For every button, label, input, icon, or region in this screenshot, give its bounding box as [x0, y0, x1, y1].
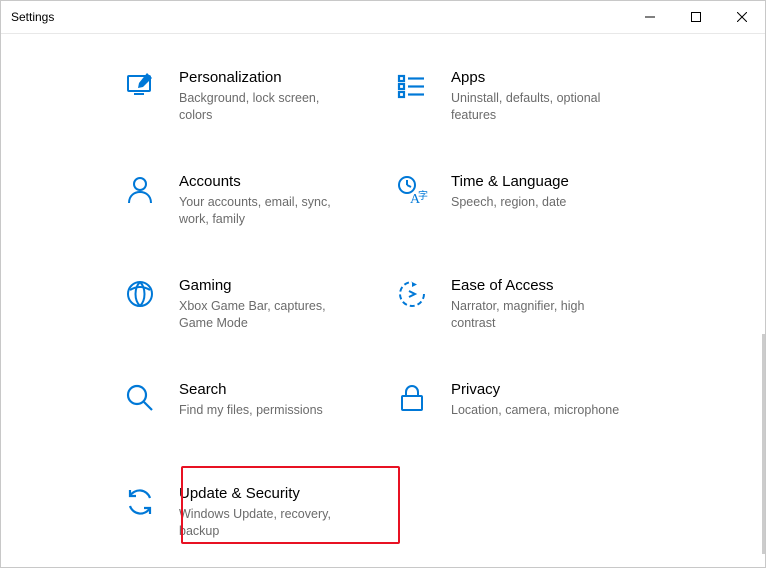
- window-title: Settings: [1, 10, 54, 24]
- settings-window: Settings: [0, 0, 766, 568]
- tile-gaming[interactable]: Gaming Xbox Game Bar, captures, Game Mod…: [116, 264, 388, 368]
- tile-desc: Uninstall, defaults, optional features: [451, 90, 626, 124]
- update-security-icon: [124, 484, 179, 518]
- ease-of-access-icon: [396, 276, 451, 310]
- svg-text:字: 字: [418, 189, 428, 202]
- tile-desc: Location, camera, microphone: [451, 402, 626, 419]
- tile-privacy[interactable]: Privacy Location, camera, microphone: [388, 368, 660, 472]
- accounts-icon: [124, 172, 179, 206]
- tile-search[interactable]: Search Find my files, permissions: [116, 368, 388, 472]
- settings-grid: Personalization Background, lock screen,…: [116, 56, 660, 567]
- tile-ease-of-access[interactable]: Ease of Access Narrator, magnifier, high…: [388, 264, 660, 368]
- personalization-icon: [124, 68, 179, 102]
- tile-title: Update & Security: [179, 484, 372, 504]
- tile-accounts[interactable]: Accounts Your accounts, email, sync, wor…: [116, 160, 388, 264]
- tile-desc: Find my files, permissions: [179, 402, 354, 419]
- tile-title: Apps: [451, 68, 644, 88]
- tile-desc: Windows Update, recovery, backup: [179, 506, 354, 540]
- search-icon: [124, 380, 179, 414]
- tile-title: Accounts: [179, 172, 372, 192]
- settings-content: Personalization Background, lock screen,…: [1, 34, 765, 567]
- tile-desc: Xbox Game Bar, captures, Game Mode: [179, 298, 354, 332]
- minimize-button[interactable]: [627, 1, 673, 33]
- scrollbar[interactable]: [762, 334, 765, 554]
- tile-title: Ease of Access: [451, 276, 644, 296]
- tile-title: Time & Language: [451, 172, 644, 192]
- tile-desc: Speech, region, date: [451, 194, 626, 211]
- tile-desc: Your accounts, email, sync, work, family: [179, 194, 354, 228]
- tile-title: Personalization: [179, 68, 372, 88]
- privacy-icon: [396, 380, 451, 414]
- tile-apps[interactable]: Apps Uninstall, defaults, optional featu…: [388, 56, 660, 160]
- apps-icon: [396, 68, 451, 102]
- gaming-icon: [124, 276, 179, 310]
- tile-title: Gaming: [179, 276, 372, 296]
- maximize-button[interactable]: [673, 1, 719, 33]
- tile-personalization[interactable]: Personalization Background, lock screen,…: [116, 56, 388, 160]
- tile-desc: Narrator, magnifier, high contrast: [451, 298, 626, 332]
- tile-title: Search: [179, 380, 372, 400]
- close-button[interactable]: [719, 1, 765, 33]
- tile-time-language[interactable]: A 字 Time & Language Speech, region, date: [388, 160, 660, 264]
- time-language-icon: A 字: [396, 172, 451, 206]
- tile-desc: Background, lock screen, colors: [179, 90, 354, 124]
- tile-update-security[interactable]: Update & Security Windows Update, recove…: [116, 472, 388, 567]
- tile-title: Privacy: [451, 380, 644, 400]
- window-controls: [627, 1, 765, 33]
- titlebar: Settings: [1, 1, 765, 34]
